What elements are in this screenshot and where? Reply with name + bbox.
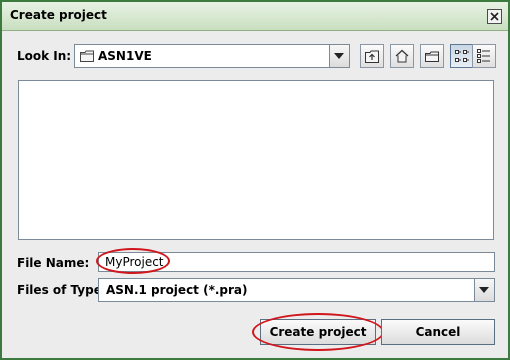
files-of-type-label: Files of Type: bbox=[17, 283, 107, 297]
new-folder-icon bbox=[425, 51, 439, 62]
file-name-input[interactable] bbox=[105, 255, 485, 269]
look-in-combobox[interactable]: ASN1VE bbox=[74, 44, 350, 68]
details-view-button[interactable] bbox=[472, 44, 496, 68]
file-list[interactable] bbox=[18, 80, 494, 240]
up-folder-icon bbox=[365, 50, 379, 63]
look-in-value: ASN1VE bbox=[98, 49, 152, 63]
home-icon bbox=[395, 49, 409, 63]
file-name-field[interactable] bbox=[98, 252, 495, 272]
create-project-dialog: Create project Look In: ASN1VE File Name… bbox=[0, 0, 510, 360]
files-of-type-combobox[interactable]: ASN.1 project (*.pra) bbox=[98, 278, 495, 302]
list-view-icon bbox=[455, 50, 469, 62]
home-button[interactable] bbox=[390, 44, 414, 68]
look-in-dropdown-arrow[interactable] bbox=[329, 45, 349, 67]
new-folder-button[interactable] bbox=[420, 44, 444, 68]
close-icon bbox=[490, 12, 499, 21]
window-title: Create project bbox=[10, 8, 107, 22]
cancel-button[interactable]: Cancel bbox=[381, 319, 495, 345]
files-of-type-dropdown-arrow[interactable] bbox=[474, 279, 494, 301]
look-in-label: Look In: bbox=[17, 49, 72, 63]
create-project-button[interactable]: Create project bbox=[260, 319, 376, 345]
up-one-level-button[interactable] bbox=[360, 44, 384, 68]
list-view-button[interactable] bbox=[450, 44, 474, 68]
title-bar[interactable]: Create project bbox=[2, 2, 508, 31]
close-button[interactable] bbox=[487, 9, 502, 24]
details-view-icon bbox=[477, 49, 490, 63]
folder-icon bbox=[80, 50, 94, 62]
files-of-type-value: ASN.1 project (*.pra) bbox=[106, 283, 248, 297]
file-name-label: File Name: bbox=[17, 256, 90, 270]
